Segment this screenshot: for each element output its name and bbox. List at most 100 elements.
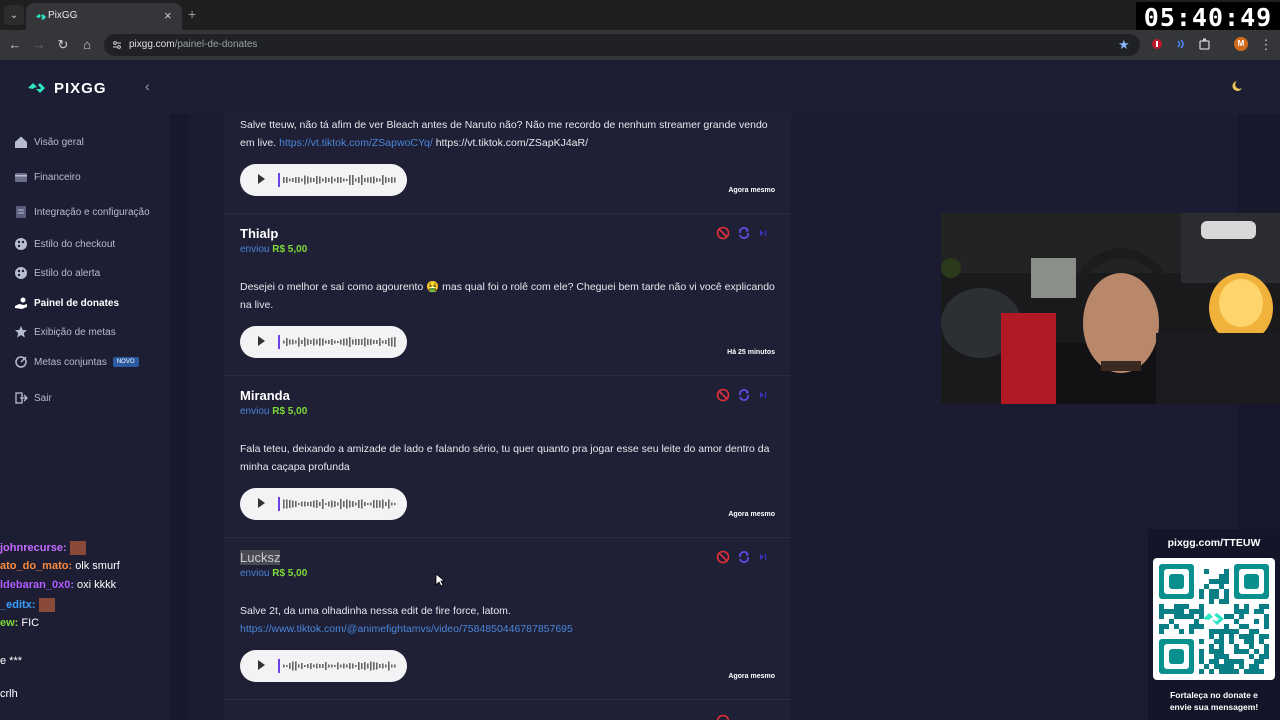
replay-icon[interactable]	[737, 388, 751, 402]
sidebar-item-financeiro[interactable]: Financeiro	[14, 168, 81, 186]
donations-feed[interactable]: Salve tteuw, não tá afim de ver Bleach a…	[224, 114, 791, 720]
qr-module	[1209, 644, 1214, 649]
qr-module	[1169, 609, 1174, 614]
waveform-bar	[367, 177, 369, 183]
home-icon[interactable]: ⌂	[79, 37, 95, 53]
play-icon[interactable]	[258, 498, 265, 508]
waveform-bar	[388, 661, 390, 671]
chat-user: ato_do_mato:	[0, 560, 73, 572]
qr-module	[1199, 639, 1204, 644]
donation-amount: R$ 5,00	[272, 244, 308, 255]
play-icon[interactable]	[258, 336, 265, 346]
chat-text: FIC	[21, 617, 40, 629]
qr-module	[1229, 614, 1234, 619]
block-icon[interactable]	[716, 550, 730, 564]
qr-module	[1219, 669, 1224, 674]
waveform-bar	[283, 177, 285, 183]
bookmark-star-icon[interactable]: ★	[1118, 37, 1130, 53]
chat-message: ew: FIC	[0, 617, 39, 629]
extensions-puzzle-icon[interactable]	[1198, 37, 1212, 51]
qr-module	[1194, 609, 1199, 614]
waveform-bar	[316, 500, 318, 508]
qr-module	[1234, 644, 1239, 649]
qr-module	[1234, 604, 1239, 609]
waveform-bar	[352, 339, 354, 345]
skip-icon[interactable]	[758, 390, 768, 400]
star-icon	[15, 326, 27, 338]
qr-caption: Fortaleça no donate e envie sua mensagem…	[1148, 689, 1280, 713]
ext-wave-icon[interactable]	[1174, 37, 1188, 51]
tab-title: PixGG	[48, 10, 78, 21]
playhead	[278, 173, 280, 187]
sidebar-item-exibicao-metas[interactable]: Exibição de metas	[14, 323, 116, 341]
audio-player[interactable]	[240, 488, 407, 520]
pixgg-logo[interactable]: PIXGG	[28, 78, 107, 98]
audio-player[interactable]	[240, 164, 407, 196]
replay-icon[interactable]	[737, 550, 751, 564]
block-icon[interactable]	[716, 226, 730, 240]
waveform-bar	[310, 177, 312, 183]
message-trailing-text: https://vt.tiktok.com/ZSapKJ4aR/	[435, 137, 589, 149]
theme-toggle-moon-icon[interactable]	[1228, 78, 1260, 94]
sidebar-item-painel-donates[interactable]: Painel de donates	[14, 294, 119, 312]
qr-module	[1249, 629, 1254, 634]
waveform-bar	[385, 502, 387, 506]
sidebar-item-estilo-alerta[interactable]: Estilo do alerta	[14, 264, 100, 282]
site-info-icon[interactable]	[112, 40, 122, 50]
waveform-bar	[313, 338, 315, 346]
skip-icon[interactable]	[758, 552, 768, 562]
waveform-bar	[361, 663, 363, 669]
donation-amount: R$ 5,00	[272, 568, 308, 579]
message-link[interactable]: https://www.tiktok.com/@animefightamvs/v…	[240, 623, 573, 635]
audio-player[interactable]	[240, 650, 407, 682]
play-icon[interactable]	[258, 660, 265, 670]
block-icon[interactable]	[716, 388, 730, 402]
qr-module	[1174, 604, 1179, 609]
qr-module	[1264, 654, 1269, 659]
close-tab-icon[interactable]: ×	[164, 8, 172, 23]
donation-amount-line: enviou R$ 5,00	[240, 568, 307, 579]
tab-search-button[interactable]: ⌄	[4, 5, 24, 25]
message-link[interactable]: https://vt.tiktok.com/ZSapwoCYq/	[279, 137, 433, 149]
qr-module	[1249, 669, 1254, 674]
sidebar-item-visao-geral[interactable]: Visão geral	[14, 133, 84, 151]
back-icon[interactable]: ←	[7, 37, 23, 53]
qr-module	[1219, 634, 1224, 639]
qr-module	[1219, 644, 1224, 649]
playhead	[278, 497, 280, 511]
reload-icon[interactable]: ↻	[55, 37, 71, 53]
address-bar[interactable]: pixgg.com/painel-de-donates ★	[104, 34, 1140, 56]
skip-icon[interactable]	[758, 228, 768, 238]
profile-avatar[interactable]: M	[1234, 37, 1248, 51]
forward-icon[interactable]: →	[31, 37, 47, 53]
sidebar-item-sair[interactable]: Sair	[14, 389, 52, 407]
audio-player[interactable]	[240, 326, 407, 358]
qr-module	[1209, 669, 1214, 674]
playhead	[278, 659, 280, 673]
browser-menu-icon[interactable]: ⋮	[1258, 37, 1274, 53]
play-icon[interactable]	[258, 174, 265, 184]
wallet-icon	[15, 173, 27, 182]
waveform-bar	[385, 340, 387, 344]
qr-module	[1209, 599, 1214, 604]
waveform-bar	[385, 177, 387, 183]
waveform	[278, 335, 396, 349]
sidebar-item-integracao[interactable]: Integração e configuração	[14, 203, 150, 221]
waveform-bar	[370, 339, 372, 345]
browser-tab[interactable]: PixGG ×	[26, 3, 182, 30]
new-tab-icon[interactable]: +	[188, 6, 196, 22]
waveform-bar	[391, 337, 393, 347]
waveform-bar	[310, 340, 312, 344]
sidebar-item-metas-conjuntas[interactable]: Metas conjuntas NOVO	[14, 353, 139, 371]
waveform-bar	[334, 501, 336, 507]
replay-icon[interactable]	[737, 226, 751, 240]
block-icon[interactable]	[716, 714, 730, 720]
collapse-sidebar-icon[interactable]: ‹	[145, 78, 150, 94]
ext-red-icon[interactable]	[1150, 37, 1164, 51]
qr-module	[1179, 604, 1184, 609]
sidebar-item-estilo-checkout[interactable]: Estilo do checkout	[14, 235, 115, 253]
qr-module	[1229, 669, 1234, 674]
qr-module	[1234, 659, 1239, 664]
mouse-cursor-icon	[435, 573, 445, 587]
waveform-bar	[322, 178, 324, 182]
